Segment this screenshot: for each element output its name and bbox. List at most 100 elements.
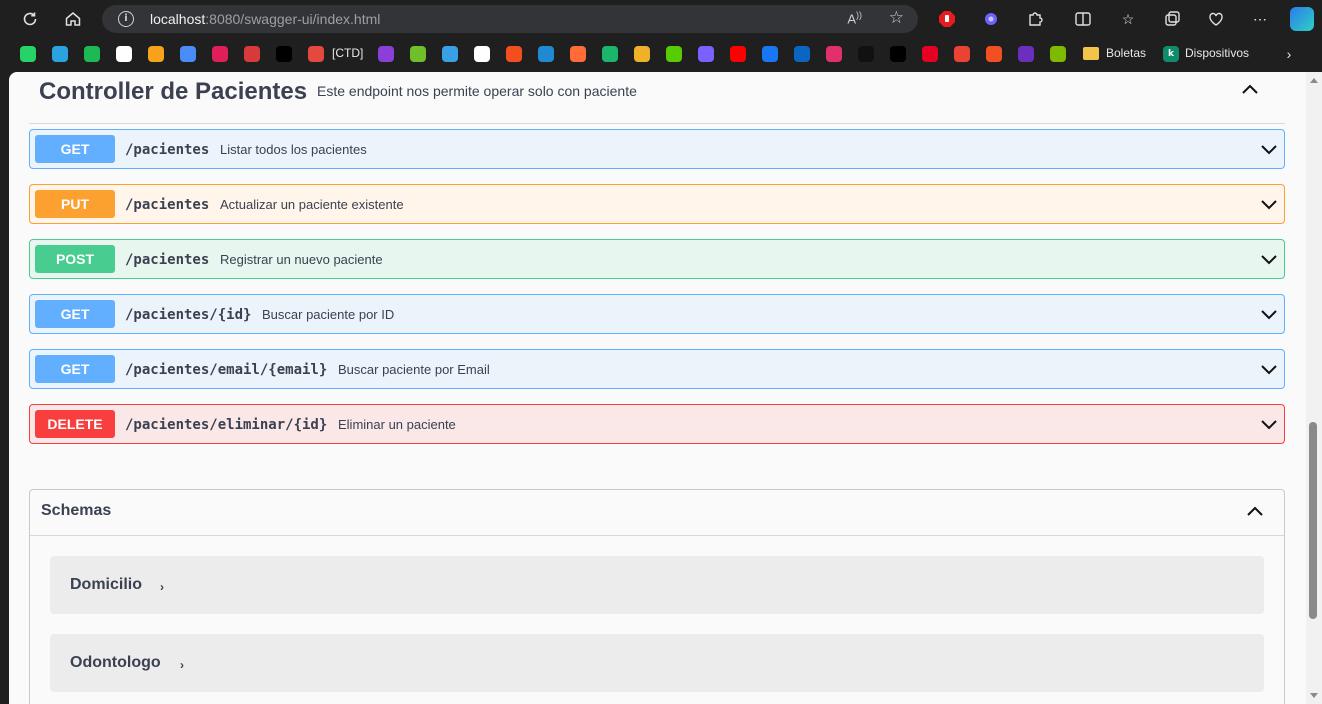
section-description: Este endpoint nos permite operar solo co…: [317, 83, 637, 99]
operation-summary: Buscar paciente por Email: [338, 362, 490, 377]
operation-path: /pacientes/{id}: [125, 307, 252, 323]
method-badge: GET: [35, 300, 115, 328]
method-badge: GET: [35, 355, 115, 383]
youtube-icon[interactable]: [730, 46, 746, 62]
section-title: Controller de Pacientes: [39, 78, 308, 105]
github-icon[interactable]: [474, 46, 490, 62]
vscode-icon[interactable]: [538, 46, 554, 62]
operation-row[interactable]: PUT/pacientes Actualizar un paciente exis…: [29, 184, 1285, 224]
microsoft-2-icon[interactable]: [1050, 46, 1066, 62]
extension-icon[interactable]: [980, 8, 1002, 30]
scrollbar[interactable]: [1306, 72, 1322, 704]
method-badge: GET: [35, 135, 115, 163]
postman-icon[interactable]: [570, 46, 586, 62]
model-name: Domicilio: [70, 576, 143, 593]
leaf-icon[interactable]: [602, 46, 618, 62]
chevron-down-icon[interactable]: [1260, 195, 1278, 213]
operation-summary: Actualizar un paciente existente: [220, 197, 404, 212]
chevron-right-icon: ›: [160, 580, 164, 594]
operation-row[interactable]: GET/pacientes/{id} Buscar paciente por ID: [29, 294, 1285, 334]
telegram-icon[interactable]: [52, 46, 68, 62]
kanban-icon: k: [1163, 46, 1179, 62]
window-icon[interactable]: [442, 46, 458, 62]
operation-summary: Listar todos los pacientes: [220, 142, 367, 157]
diamond-icon[interactable]: [410, 46, 426, 62]
chevron-right-icon[interactable]: ›: [1278, 43, 1300, 65]
operation-path: /pacientes/eliminar/{id}: [125, 417, 328, 433]
chevron-right-icon: ›: [180, 658, 184, 672]
section-header[interactable]: Controller de Pacientes Este endpoint no…: [29, 72, 1285, 124]
operation-path: /pacientes: [125, 197, 210, 213]
u-bookmark-icon[interactable]: [378, 46, 394, 62]
chevron-up-icon[interactable]: [1246, 503, 1264, 521]
chevron-down-icon[interactable]: [1260, 250, 1278, 268]
favorite-star-icon[interactable]: ☆: [889, 8, 904, 28]
more-menu-icon[interactable]: ⋯: [1249, 8, 1271, 30]
puzzle-extensions-icon[interactable]: [1024, 8, 1046, 30]
pinterest-icon[interactable]: [922, 46, 938, 62]
operation-row[interactable]: GET/pacientes/email/{email} Buscar pacien…: [29, 349, 1285, 389]
r-bookmark-icon[interactable]: [634, 46, 650, 62]
facebook-icon[interactable]: [762, 46, 778, 62]
bookmark-boletas[interactable]: Boletas: [1106, 46, 1146, 60]
favorites-icon[interactable]: ☆: [1117, 8, 1139, 30]
browser-essentials-icon[interactable]: [1205, 8, 1227, 30]
spotify-icon[interactable]: [84, 46, 100, 62]
chevron-down-icon[interactable]: [1260, 415, 1278, 433]
method-badge: POST: [35, 245, 115, 273]
model-odontologo[interactable]: Odontologo ›: [50, 634, 1264, 692]
linkedin-icon[interactable]: [794, 46, 810, 62]
slack-icon[interactable]: [212, 46, 228, 62]
url-text[interactable]: localhost:8080/swagger-ui/index.html: [150, 11, 380, 27]
bookmark-ctd-label[interactable]: [CTD]: [332, 46, 363, 60]
adblock-extension-icon[interactable]: [936, 8, 958, 30]
refresh-icon[interactable]: [17, 7, 43, 31]
instagram-icon[interactable]: [826, 46, 842, 62]
bookmarks-bar: [CTD] Boletas k Dispositivos ›: [0, 40, 1322, 68]
schemas-section: Schemas Domicilio › Odontologo ›: [29, 489, 1285, 704]
microsoft-icon[interactable]: [986, 46, 1002, 62]
whatsapp-icon[interactable]: [20, 46, 36, 62]
page-viewport: Controller de Pacientes Este endpoint no…: [9, 72, 1322, 704]
copilot-icon[interactable]: [1290, 7, 1314, 31]
m-bookmark-icon[interactable]: [148, 46, 164, 62]
x-icon[interactable]: [890, 46, 906, 62]
operation-path: /pacientes: [125, 252, 210, 268]
model-domicilio[interactable]: Domicilio ›: [50, 556, 1264, 614]
folder-icon: [1083, 47, 1099, 60]
dm-icon[interactable]: [276, 46, 292, 62]
chevron-down-icon[interactable]: [1260, 140, 1278, 158]
s-bookmark-icon[interactable]: [698, 46, 714, 62]
operation-row[interactable]: GET/pacientes Listar todos los pacientes: [29, 129, 1285, 169]
duolingo-icon[interactable]: [666, 46, 682, 62]
chevron-down-icon[interactable]: [1260, 305, 1278, 323]
split-screen-icon[interactable]: [1072, 8, 1094, 30]
scroll-down-arrow-icon[interactable]: [1310, 693, 1318, 698]
figma-icon[interactable]: [506, 46, 522, 62]
operation-summary: Eliminar un paciente: [338, 417, 456, 432]
ctd-icon[interactable]: [308, 46, 324, 62]
collections-icon[interactable]: [1161, 8, 1183, 30]
chatgpt-icon[interactable]: [116, 46, 132, 62]
operation-path: /pacientes/email/{email}: [125, 362, 328, 378]
tiktok-icon[interactable]: [858, 46, 874, 62]
operation-row[interactable]: DELETE/pacientes/eliminar/{id} Eliminar u…: [29, 404, 1285, 444]
onek-plus-icon[interactable]: [244, 46, 260, 62]
gemini-icon[interactable]: [180, 46, 196, 62]
chevron-up-icon[interactable]: [1241, 81, 1259, 99]
browser-toolbar: i localhost:8080/swagger-ui/index.html A…: [0, 0, 1322, 38]
method-badge: DELETE: [35, 410, 115, 438]
operation-row[interactable]: POST/pacientes Registrar un nuevo pacient…: [29, 239, 1285, 279]
gmail-icon[interactable]: [954, 46, 970, 62]
home-icon[interactable]: [60, 7, 86, 31]
read-aloud-icon[interactable]: A)): [847, 10, 862, 26]
info-icon[interactable]: i: [118, 11, 134, 27]
mail-icon[interactable]: [1018, 46, 1034, 62]
bookmark-dispositivos[interactable]: Dispositivos: [1185, 46, 1249, 60]
chevron-down-icon[interactable]: [1260, 360, 1278, 378]
scroll-up-arrow-icon[interactable]: [1310, 78, 1318, 83]
scrollbar-thumb[interactable]: [1309, 422, 1317, 619]
operation-path: /pacientes: [125, 142, 210, 158]
address-bar[interactable]: i localhost:8080/swagger-ui/index.html A…: [102, 5, 918, 33]
schemas-header[interactable]: Schemas: [30, 490, 1284, 536]
